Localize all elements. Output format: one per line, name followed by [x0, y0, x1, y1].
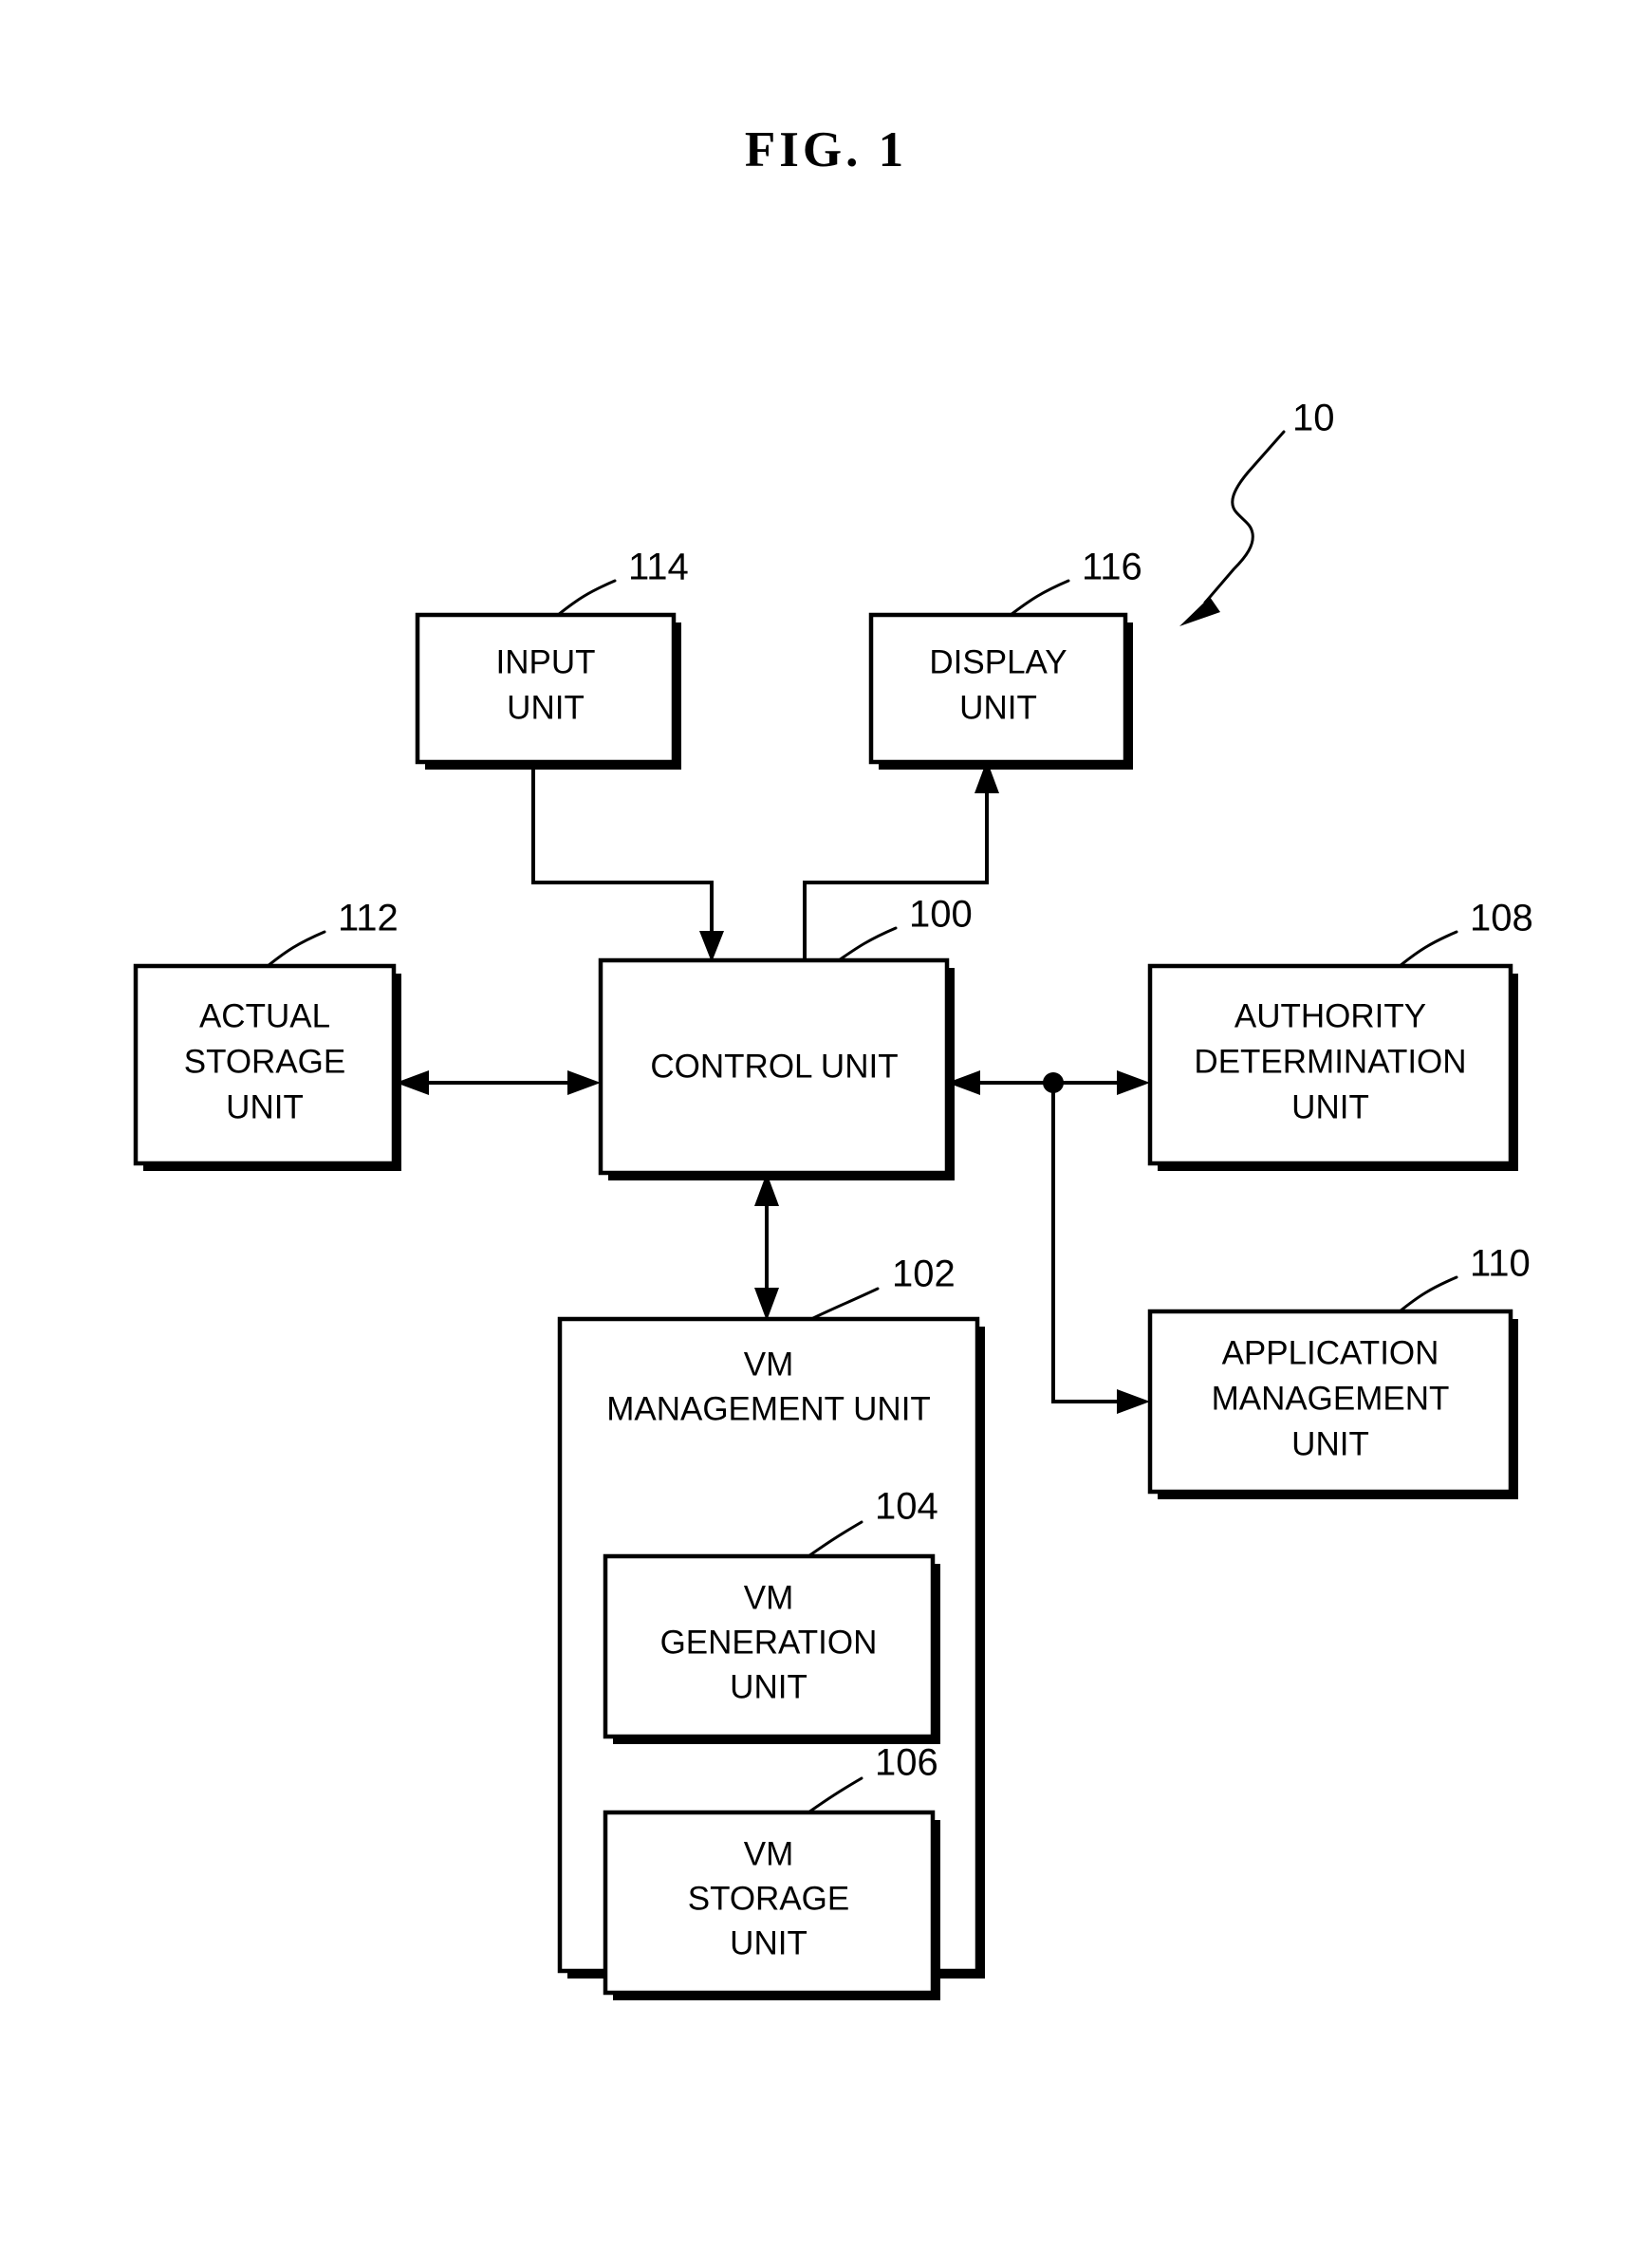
vm-generation-unit-label-line-3: UNIT	[730, 1668, 807, 1705]
control-unit-ref: 100	[909, 894, 973, 936]
box-display-unit[interactable]: DISPLAY UNIT 116	[868, 547, 1142, 770]
vm-generation-unit-label-line-1: VM	[744, 1579, 794, 1616]
authority-determination-unit-label-line-3: UNIT	[1291, 1088, 1369, 1125]
authority-determination-unit-ref: 108	[1470, 898, 1533, 939]
box-authority-determination-unit[interactable]: AUTHORITY DETERMINATION UNIT 108	[1147, 898, 1533, 1171]
connection-control-to-vm-management	[754, 1173, 779, 1321]
display-unit-label-line-1: DISPLAY	[929, 643, 1067, 680]
vm-storage-unit-label-line-3: UNIT	[730, 1924, 807, 1961]
box-input-unit[interactable]: INPUT UNIT 114	[415, 547, 689, 770]
application-management-unit-label-line-2: MANAGEMENT	[1212, 1380, 1450, 1417]
input-unit-label-line-1: INPUT	[496, 643, 596, 680]
actual-storage-unit-ref: 112	[338, 898, 399, 939]
box-control-unit[interactable]: CONTROL UNIT 100	[598, 894, 973, 1180]
display-unit-ref: 116	[1082, 547, 1142, 588]
authority-determination-unit-label-line-2: DETERMINATION	[1194, 1043, 1466, 1080]
authority-determination-unit-label-line-1: AUTHORITY	[1234, 997, 1426, 1034]
actual-storage-unit-label-line-2: STORAGE	[184, 1043, 346, 1080]
actual-storage-unit-label-line-1: ACTUAL	[199, 997, 330, 1034]
box-actual-storage-unit[interactable]: ACTUAL STORAGE UNIT 112	[133, 898, 401, 1171]
vm-management-unit-label-line-2: MANAGEMENT UNIT	[606, 1390, 931, 1427]
control-unit-label-line-1: CONTROL UNIT	[650, 1048, 898, 1085]
input-unit-label-line-2: UNIT	[507, 689, 585, 726]
junction-dot	[1043, 1072, 1064, 1093]
vm-storage-unit-ref: 106	[875, 1742, 938, 1784]
vm-management-unit-ref: 102	[892, 1254, 956, 1295]
input-unit-ref: 114	[628, 547, 689, 588]
box-application-management-unit[interactable]: APPLICATION MANAGEMENT UNIT 110	[1147, 1243, 1531, 1499]
block-diagram: 10 VM MANAGEMENT UNIT 102 VM GENERATION …	[133, 398, 1533, 2000]
patent-figure: FIG. 1 10 VM MANAGEMENT UNIT 102 VM GENE…	[0, 0, 1652, 2248]
vm-management-unit-label-line-1: VM	[744, 1346, 794, 1383]
application-management-unit-label-line-1: APPLICATION	[1222, 1334, 1439, 1371]
system-ref-indicator: 10	[1179, 398, 1335, 626]
system-ref-number: 10	[1292, 398, 1335, 439]
application-management-unit-label-line-3: UNIT	[1291, 1425, 1369, 1462]
vm-storage-unit-label-line-1: VM	[744, 1835, 794, 1872]
vm-generation-unit-label-line-2: GENERATION	[660, 1624, 878, 1661]
application-management-unit-ref: 110	[1470, 1243, 1531, 1285]
connection-control-to-actual-storage	[396, 1070, 601, 1095]
vm-generation-unit-ref: 104	[875, 1486, 938, 1528]
display-unit-label-line-2: UNIT	[959, 689, 1037, 726]
vm-storage-unit-label-line-2: STORAGE	[688, 1880, 850, 1917]
actual-storage-unit-label-line-3: UNIT	[226, 1088, 304, 1125]
connection-input-to-control	[531, 762, 724, 962]
